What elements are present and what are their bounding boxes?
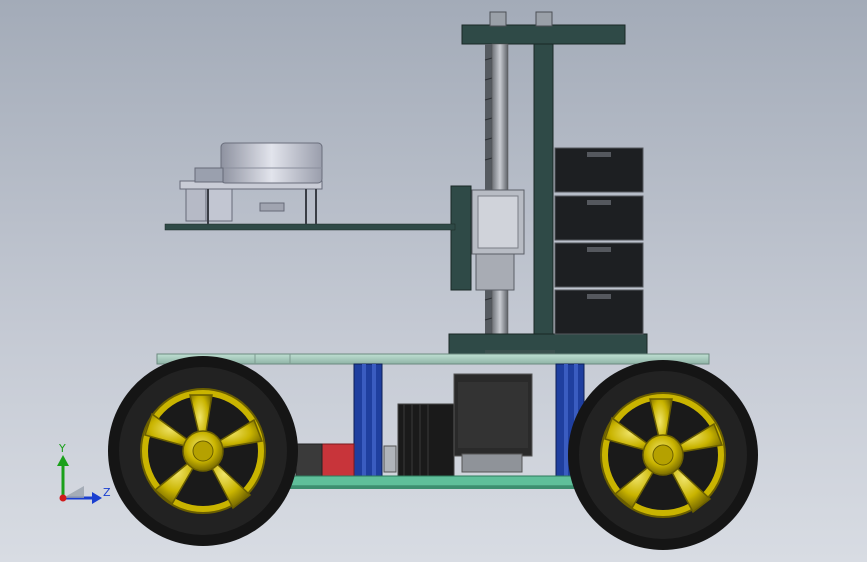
axis-z-label: Z: [103, 486, 111, 499]
robot-model: [57, 11, 758, 550]
left-wheel: [108, 356, 298, 546]
right-wheel: [568, 360, 758, 550]
chassis-top-plate: [156, 353, 710, 365]
drawer-stack: [554, 147, 644, 335]
axis-y-label: Y: [59, 442, 66, 455]
cad-viewport[interactable]: Y Z: [0, 0, 867, 562]
lidar-sensor: [179, 142, 323, 224]
sensor-arm: [164, 223, 456, 231]
drive-electronics: [295, 373, 533, 477]
axis-triad[interactable]: [57, 455, 102, 504]
